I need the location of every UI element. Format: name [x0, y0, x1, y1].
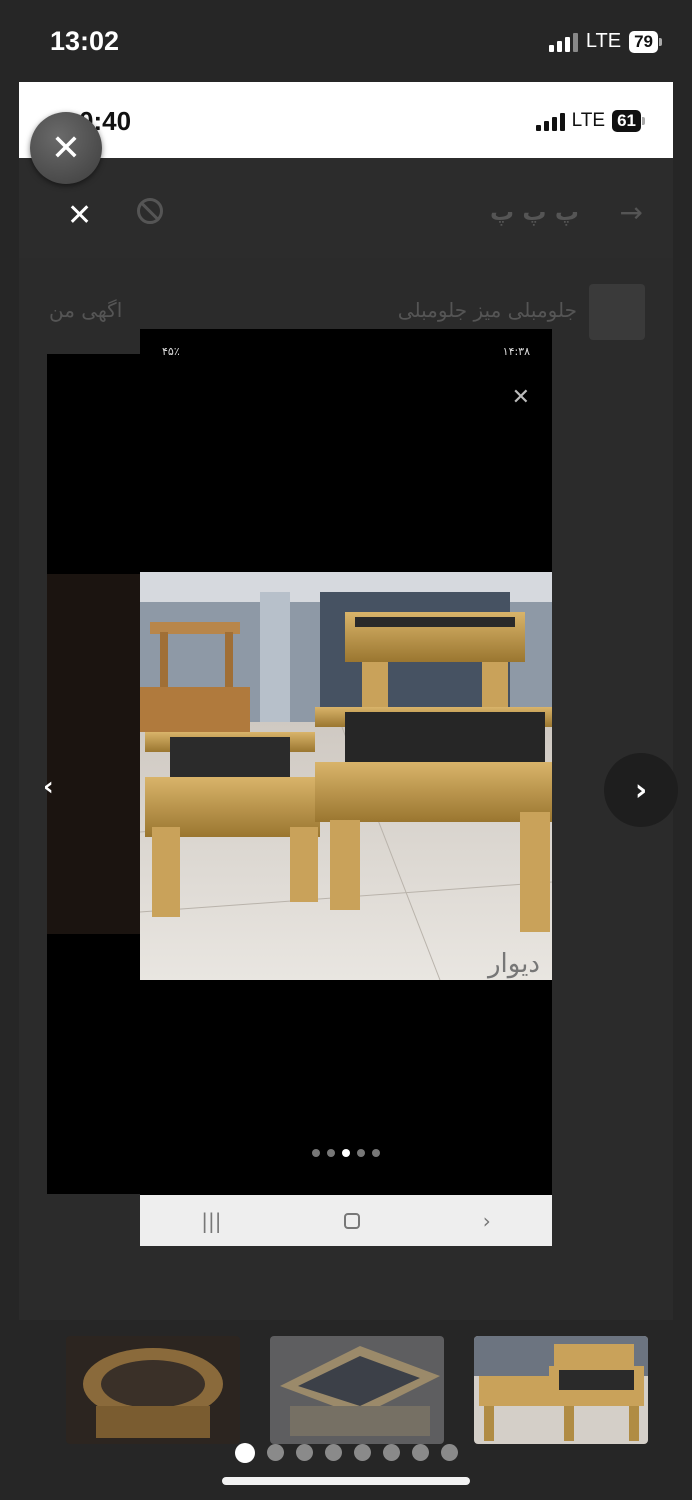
page-dot[interactable]: [295, 1444, 313, 1461]
back-chevron-icon: ›: [482, 1208, 491, 1233]
page-dot[interactable]: [234, 1443, 255, 1463]
page-dot[interactable]: [440, 1444, 458, 1461]
nested-page-dots: [140, 1149, 552, 1157]
inner-header: ✕ پ پ پ →: [19, 158, 673, 258]
nested-page-dot: [372, 1149, 380, 1157]
chevron-left-icon: ‹: [43, 772, 54, 802]
inner-status-bar: 0:40 LTE 61: [19, 82, 673, 158]
next-button[interactable]: ›: [604, 753, 678, 827]
nested-page-dot: [312, 1149, 320, 1157]
inner-network-label: LTE: [571, 110, 606, 131]
furniture-photo-svg: دیوار: [140, 572, 552, 980]
page-dot[interactable]: [411, 1444, 429, 1461]
thumbnail-2[interactable]: [270, 1336, 444, 1444]
nested-page-dot: [357, 1149, 365, 1157]
inner-signal-icon: [535, 111, 565, 131]
gallery-page-dots: [0, 1443, 692, 1463]
home-icon: [344, 1212, 361, 1229]
inner-battery-icon: 61: [612, 110, 645, 132]
thumbnail-2-image: [270, 1336, 444, 1444]
page-dot[interactable]: [382, 1444, 400, 1461]
recents-icon: |||: [201, 1208, 222, 1233]
battery-icon: 79: [629, 30, 662, 53]
thumbnail-3-image: [474, 1336, 648, 1444]
nested-status-bar: ۴۵٪ ۱۴:۳۸: [140, 329, 552, 369]
watermark-text: دیوار: [486, 949, 540, 979]
thumbnail-1-image: [66, 1336, 240, 1444]
close-button[interactable]: ✕: [30, 112, 102, 184]
inner-header-title: پ پ پ: [489, 198, 579, 226]
inner-back-arrow-icon: →: [619, 196, 643, 229]
inner-ad-thumbnail: [589, 284, 645, 340]
signal-icon: [548, 32, 578, 52]
inner-battery-level: 61: [612, 110, 641, 132]
thumbnail-1[interactable]: [66, 1336, 240, 1444]
page-dot[interactable]: [353, 1444, 371, 1461]
status-time: 13:02: [50, 26, 120, 56]
status-bar: 13:02 LTE 79: [0, 0, 692, 82]
furniture-photo: دیوار: [140, 572, 552, 980]
inner-status-right: LTE 61: [535, 110, 645, 132]
network-label: LTE: [585, 30, 622, 52]
inner-close-icon: ✕: [67, 198, 93, 233]
page-dot[interactable]: [324, 1444, 342, 1461]
android-nav-bar: ||| ›: [140, 1195, 552, 1246]
nested-status-right: ۱۴:۳۸: [502, 345, 530, 358]
inner-left-photo: [47, 574, 141, 934]
nested-page-dot: [342, 1149, 350, 1157]
thumbnail-list: [66, 1336, 648, 1444]
inner-left-panel: [47, 354, 141, 1194]
battery-level: 79: [629, 30, 658, 53]
nested-viewer: ۴۵٪ ۱۴:۳۸ ✕ دیوار ||| ›: [140, 329, 552, 1246]
thumbnail-strip: [0, 1320, 692, 1500]
page-dot[interactable]: [266, 1444, 284, 1461]
close-icon: ✕: [50, 127, 82, 169]
inner-my-ad-label: اگهی من: [49, 298, 123, 322]
inner-ad-name: جلومبلی میز جلومبلی: [397, 298, 577, 322]
nested-close-icon: ✕: [511, 385, 530, 410]
home-indicator[interactable]: [222, 1477, 470, 1485]
status-right: LTE 79: [548, 30, 662, 53]
thumbnail-3[interactable]: [474, 1336, 648, 1444]
image-viewer: 13:02 LTE 79 0:40 LTE 61 ✕ پ پ پ → اگهی …: [0, 0, 692, 1500]
block-icon: [137, 198, 163, 224]
nested-page-dot: [327, 1149, 335, 1157]
chevron-right-icon: ›: [634, 772, 648, 808]
nested-status-left: ۴۵٪: [162, 345, 180, 358]
